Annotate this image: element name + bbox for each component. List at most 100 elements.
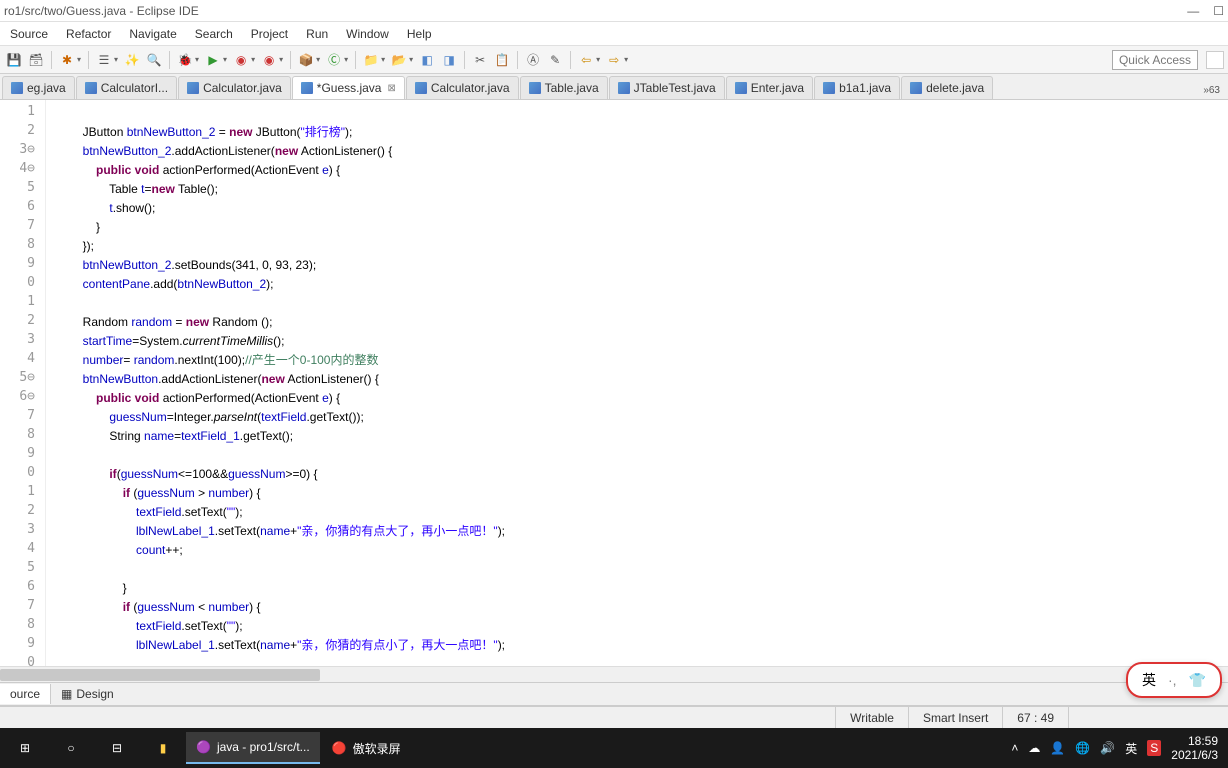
dropdown-icon[interactable]: ▾	[195, 55, 199, 64]
maximize-button[interactable]: ☐	[1213, 4, 1224, 18]
debug-icon[interactable]: 🐞	[175, 50, 195, 70]
folder-icon[interactable]: 📁	[361, 50, 381, 70]
coverage-icon[interactable]: ◉	[231, 50, 251, 70]
separator	[290, 51, 291, 69]
dropdown-icon[interactable]: ▾	[114, 55, 118, 64]
tab-label: Design	[76, 687, 113, 701]
code-line: btnNewButton.addActionListener(new Actio…	[56, 370, 1218, 389]
line-number: 4	[0, 541, 45, 560]
menu-help[interactable]: Help	[399, 24, 440, 44]
editor-tab[interactable]: b1a1.java	[814, 76, 900, 99]
next-annotation-icon[interactable]: ✎	[545, 50, 565, 70]
task-add-icon[interactable]: ◨	[439, 50, 459, 70]
dropdown-icon[interactable]: ▾	[279, 55, 283, 64]
dropdown-icon[interactable]: ▾	[223, 55, 227, 64]
code-line	[56, 560, 1218, 579]
save-icon[interactable]: 💾	[4, 50, 24, 70]
code-line: textField.setText("");	[56, 617, 1218, 636]
perspective-button[interactable]	[1206, 51, 1224, 69]
dropdown-icon[interactable]: ▾	[316, 55, 320, 64]
paste-icon[interactable]: 📋	[492, 50, 512, 70]
back-icon[interactable]: ⇦	[576, 50, 596, 70]
editor-tab[interactable]: delete.java	[901, 76, 993, 99]
dropdown-icon[interactable]: ▾	[344, 55, 348, 64]
quick-access-input[interactable]: Quick Access	[1112, 50, 1198, 70]
code-line: t.show();	[56, 199, 1218, 218]
dropdown-icon[interactable]: ▾	[596, 55, 600, 64]
tray-volume-icon[interactable]: 🔊	[1100, 741, 1115, 755]
toggle-mark-icon[interactable]: Ⓐ	[523, 50, 543, 70]
taskbar-app[interactable]: 🟣java - pro1/src/t...	[186, 732, 320, 764]
dropdown-icon[interactable]: ▾	[77, 55, 81, 64]
taskbar-clock[interactable]: 18:59 2021/6/3	[1171, 734, 1218, 762]
code-editor[interactable]: 123⊖4⊖56789012345⊖6⊖78901234567890 JButt…	[0, 100, 1228, 666]
minimize-button[interactable]: —	[1187, 4, 1199, 18]
window-titlebar: ro1/src/two/Guess.java - Eclipse IDE — ☐	[0, 0, 1228, 22]
menu-search[interactable]: Search	[187, 24, 241, 44]
taskbar-app[interactable]: 🔴傲软录屏	[322, 732, 411, 764]
new-icon[interactable]: ✱	[57, 50, 77, 70]
ext-tools-icon[interactable]: ◉	[259, 50, 279, 70]
run-icon[interactable]: ▶	[203, 50, 223, 70]
design-tab-design[interactable]: ▦Design	[51, 684, 124, 704]
separator	[464, 51, 465, 69]
editor-tab[interactable]: Calculator.java	[178, 76, 291, 99]
line-number: 5	[0, 560, 45, 579]
editor-tab[interactable]: CalculatorI...	[76, 76, 177, 99]
editor-tab[interactable]: Table.java	[520, 76, 608, 99]
menu-source[interactable]: Source	[2, 24, 56, 44]
explorer-icon[interactable]: ▮	[140, 728, 186, 768]
search-icon[interactable]: 🔍	[144, 50, 164, 70]
code-line	[56, 294, 1218, 313]
code-line: if (guessNum > number) {	[56, 484, 1218, 503]
code-line: lblNewLabel_1.setText(name+"亲，你猜的有点大了，再小…	[56, 522, 1218, 541]
menu-refactor[interactable]: Refactor	[58, 24, 119, 44]
save-all-icon[interactable]: 🗃	[26, 50, 46, 70]
tray-sogou-icon[interactable]: S	[1147, 740, 1161, 756]
taskview-icon[interactable]: ⊟	[94, 728, 140, 768]
close-icon[interactable]: ⊠	[387, 83, 395, 94]
package-icon[interactable]: 📦	[296, 50, 316, 70]
editor-tab[interactable]: Enter.java	[726, 76, 813, 99]
eclipse-icon: 🟣	[196, 740, 211, 754]
tray-people-icon[interactable]: 👤	[1050, 741, 1065, 755]
forward-icon[interactable]: ⇨	[604, 50, 624, 70]
new-class-icon[interactable]: Ⓒ	[324, 50, 344, 70]
dropdown-icon[interactable]: ▾	[409, 55, 413, 64]
line-number: 2	[0, 313, 45, 332]
tray-ime-icon[interactable]: 英	[1125, 740, 1137, 757]
folder-add-icon[interactable]: 📂	[389, 50, 409, 70]
separator	[355, 51, 356, 69]
editor-tab[interactable]: JTableTest.java	[609, 76, 725, 99]
task-icon[interactable]: ◧	[417, 50, 437, 70]
code-area[interactable]: JButton btnNewButton_2 = new JButton("排行…	[46, 100, 1228, 666]
dropdown-icon[interactable]: ▾	[251, 55, 255, 64]
scrollbar-thumb[interactable]	[0, 669, 320, 681]
editor-tab[interactable]: eg.java	[2, 76, 75, 99]
cortana-icon[interactable]: ○	[48, 728, 94, 768]
open-type-icon[interactable]: ☰	[94, 50, 114, 70]
code-line: startTime=System.currentTimeMillis();	[56, 332, 1218, 351]
start-button[interactable]: ⊞	[2, 728, 48, 768]
cut-icon[interactable]: ✂	[470, 50, 490, 70]
menu-window[interactable]: Window	[338, 24, 397, 44]
tray-onedrive-icon[interactable]: ☁	[1028, 741, 1040, 755]
menu-run[interactable]: Run	[298, 24, 336, 44]
code-line	[56, 104, 1218, 123]
horizontal-scrollbar[interactable]	[0, 666, 1228, 682]
dropdown-icon[interactable]: ▾	[624, 55, 628, 64]
code-line: number= random.nextInt(100);//产生一个0-100内…	[56, 351, 1218, 370]
dropdown-icon[interactable]: ▾	[381, 55, 385, 64]
menu-project[interactable]: Project	[243, 24, 296, 44]
line-number: 8	[0, 427, 45, 446]
editor-tab[interactable]: *Guess.java⊠	[292, 76, 405, 99]
tab-overflow[interactable]: »63	[1197, 82, 1226, 99]
editor-tab[interactable]: Calculator.java	[406, 76, 519, 99]
editor-tabbar: eg.javaCalculatorI...Calculator.java*Gue…	[0, 74, 1228, 100]
wand-icon[interactable]: ✨	[122, 50, 142, 70]
ime-indicator[interactable]: 英 ·, 👕	[1126, 662, 1222, 698]
menu-navigate[interactable]: Navigate	[121, 24, 184, 44]
design-tab-ource[interactable]: ource	[0, 684, 51, 704]
tray-chevron-icon[interactable]: ˄	[1011, 741, 1018, 755]
tray-network-icon[interactable]: 🌐	[1075, 741, 1090, 755]
